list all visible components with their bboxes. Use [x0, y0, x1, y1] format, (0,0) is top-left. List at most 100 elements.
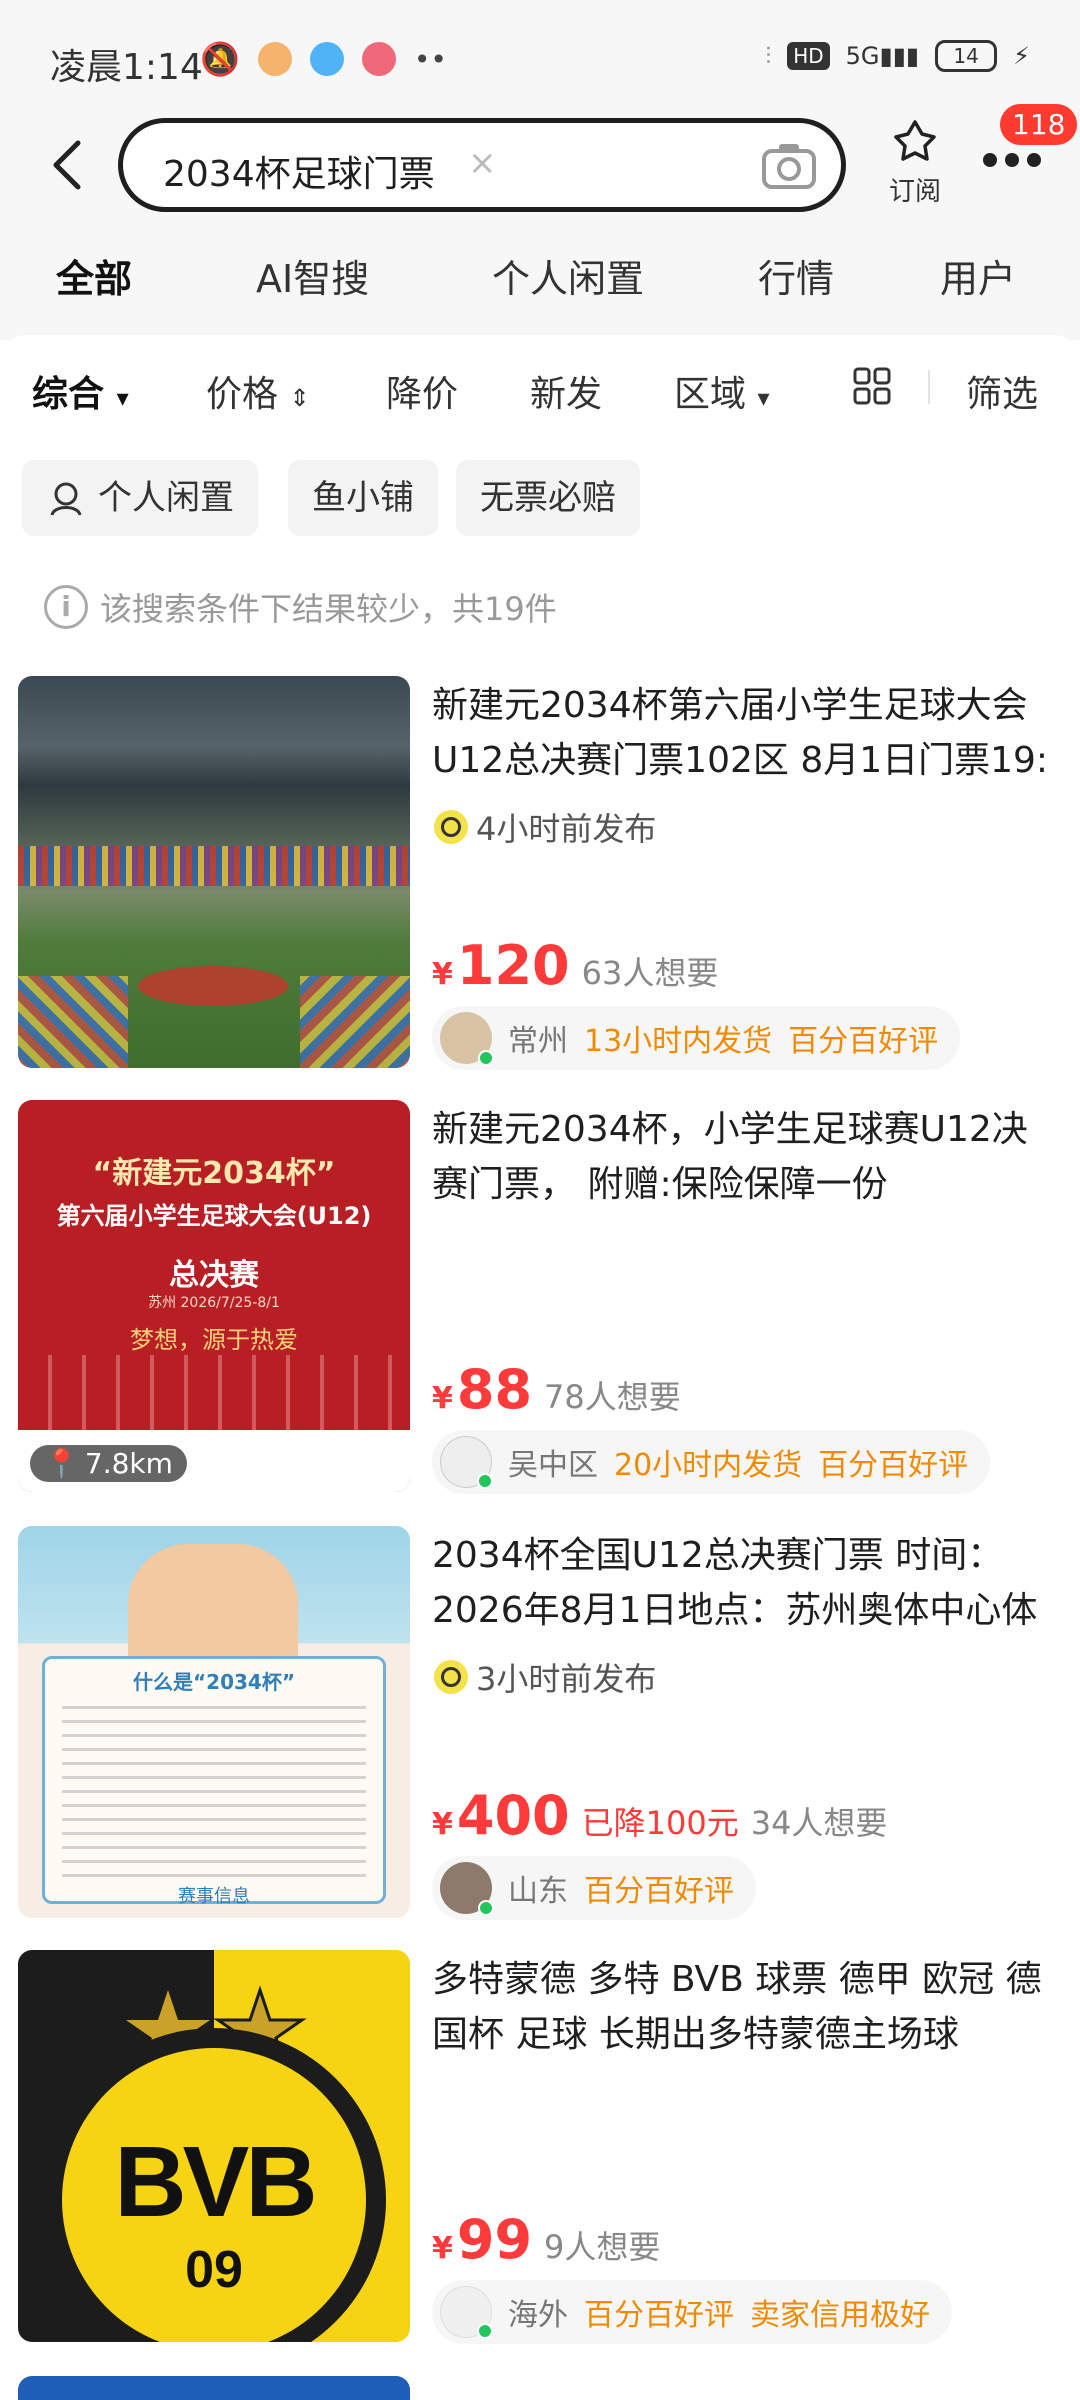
price-label: 价格	[206, 374, 279, 415]
price: 99	[456, 2208, 533, 2271]
price: 120	[456, 934, 570, 997]
more-notifications-icon: ••	[413, 42, 447, 76]
region-label: 区域	[674, 374, 747, 415]
want-count: 34人想要	[750, 1804, 888, 1842]
discount-filter[interactable]: 降价	[386, 365, 458, 417]
tab-all[interactable]: 全部	[52, 248, 137, 303]
product-card[interactable]: BVB 09 多特蒙德 多特 BVB 球票 德甲 欧冠 德国杯 足球 长期出多特…	[0, 1950, 1080, 2350]
seller-location: 吴中区	[508, 1448, 598, 1483]
want-count: 9人想要	[544, 2228, 661, 2266]
price: 88	[456, 1358, 533, 1421]
currency-symbol: ¥	[432, 957, 453, 992]
network-type: 5G	[845, 42, 880, 70]
online-indicator	[477, 1473, 493, 1489]
product-card[interactable]: “新建元2034杯” 第六届小学生足球大会(U12) 总决赛 苏州 2026/7…	[0, 1100, 1080, 1500]
chip-label: 个人闲置	[98, 478, 234, 518]
battery-icon: 14	[935, 40, 998, 72]
seller-row[interactable]: 吴中区 20小时内发货 百分百好评	[432, 1430, 991, 1494]
tab-personal-idle[interactable]: 个人闲置	[492, 248, 644, 303]
online-indicator	[478, 1050, 494, 1066]
product-card-partial[interactable]	[18, 2376, 410, 2400]
chevron-down-icon: ▾	[757, 384, 770, 412]
online-indicator	[478, 1900, 494, 1916]
user-icon	[50, 482, 82, 516]
subscribe-label: 订阅	[888, 177, 941, 207]
app-notification-icon	[361, 42, 396, 76]
shipping-tag: 20小时内发货	[614, 1448, 803, 1483]
poster-footer: 赛事信息	[178, 1886, 250, 1907]
price-sort[interactable]: 价格 ⇕	[206, 365, 310, 417]
filter-bar: 综合 ▾ 价格 ⇕ 降价 新发 区域 ▾ 筛选	[0, 335, 1080, 445]
avatar	[440, 1862, 494, 1916]
chevron-down-icon: ▾	[116, 384, 129, 412]
sort-dropdown[interactable]: 综合 ▾	[32, 365, 129, 417]
clock-icon	[434, 810, 468, 844]
search-query[interactable]: 2034杯足球门票	[163, 145, 435, 197]
shipping-tag: 13小时内发货	[584, 1024, 773, 1059]
seller-location: 常州	[508, 1024, 568, 1059]
region-dropdown[interactable]: 区域 ▾	[674, 365, 770, 417]
subscribe-button[interactable]: 订阅	[880, 118, 950, 208]
avatar	[440, 2286, 493, 2339]
new-filter[interactable]: 新发	[530, 365, 602, 417]
seller-row[interactable]: 常州 13小时内发货 百分百好评	[432, 1006, 961, 1070]
grid-view-icon[interactable]	[852, 366, 892, 406]
online-indicator	[477, 2323, 493, 2339]
poster-title: “新建元2034杯”	[92, 1156, 336, 1191]
tab-market[interactable]: 行情	[758, 248, 834, 303]
tab-ai-search[interactable]: AI智搜	[256, 248, 369, 303]
signal-icon: 5G▮▮▮	[845, 42, 920, 70]
battery-level: 14	[953, 44, 979, 68]
poster-slogan: 梦想，源于热爱	[130, 1326, 298, 1354]
poster-heading: 什么是“2034杯”	[133, 1670, 295, 1694]
search-input[interactable]: 2034杯足球门票 ×	[118, 118, 846, 212]
price-row: ¥ 88 78人想要	[432, 1358, 681, 1421]
clock-icon	[434, 1660, 468, 1694]
product-card[interactable]: 什么是“2034杯” 赛事信息 2034杯全国U12总决赛门票 时间：2026年…	[0, 1526, 1080, 1926]
product-title: 多特蒙德 多特 BVB 球票 德甲 欧冠 德国杯 足球 长期出多特蒙德主场球	[432, 1959, 1042, 2055]
chip-fish-shop[interactable]: 鱼小铺	[288, 460, 438, 536]
seller-row[interactable]: 海外 百分百好评 卖家信用极好	[432, 2280, 952, 2344]
logo-text: BVB	[114, 2126, 317, 2238]
back-arrow-icon[interactable]	[48, 135, 88, 195]
credit-tag: 卖家信用极好	[750, 2298, 930, 2333]
avatar	[440, 1436, 493, 1489]
pin-icon	[894, 120, 936, 161]
price: 400	[456, 1784, 570, 1847]
seller-location: 海外	[508, 2298, 568, 2333]
price-row: ¥ 400 已降100元 34人想要	[432, 1784, 887, 1847]
want-count: 78人想要	[544, 1378, 681, 1416]
want-count: 63人想要	[581, 954, 719, 992]
filter-button[interactable]: 筛选	[966, 365, 1038, 417]
rating-tag: 百分百好评	[584, 2298, 734, 2333]
price-drop: 已降100元	[581, 1804, 739, 1842]
mute-bell-icon: 🔕	[200, 40, 240, 78]
poster-subtitle: 第六届小学生足球大会(U12)	[56, 1202, 372, 1230]
notification-badge: 118	[1000, 104, 1078, 145]
camera-icon[interactable]	[761, 141, 817, 191]
distance-text: 7.8km	[84, 1447, 173, 1480]
result-info-text: 该搜索条件下结果较少，共19件	[100, 590, 557, 628]
wifi-off-icon: ⫶	[765, 42, 772, 70]
hd-icon: HD	[787, 42, 830, 70]
chip-personal-idle[interactable]: 个人闲置	[22, 460, 258, 536]
tab-users[interactable]: 用户	[940, 248, 1016, 303]
product-card[interactable]: 新建元2034杯第六届小学生足球大会U12总决赛门票102区 8月1日门票19:…	[0, 676, 1080, 1076]
publish-time: 3小时前发布	[434, 1654, 656, 1700]
status-time: 凌晨1:14	[50, 47, 203, 88]
price-row: ¥ 120 63人想要	[432, 934, 718, 997]
location-pin-icon: 📍	[44, 1447, 79, 1480]
sort-label: 综合	[32, 374, 105, 415]
more-options-icon[interactable]	[980, 150, 1044, 170]
product-image	[18, 676, 410, 1068]
category-tabs: 全部 AI智搜 个人闲置 行情 用户	[0, 248, 1080, 318]
message-icon	[309, 42, 344, 76]
clear-icon[interactable]: ×	[468, 143, 497, 183]
info-icon: i	[44, 585, 88, 629]
seller-row[interactable]: 山东 百分百好评	[432, 1856, 756, 1920]
seller-location: 山东	[508, 1874, 568, 1909]
product-image: 什么是“2034杯” 赛事信息	[18, 1526, 410, 1918]
charging-icon: ⚡	[1013, 42, 1030, 70]
rating-tag: 百分百好评	[818, 1448, 969, 1483]
chip-refund-guarantee[interactable]: 无票必赔	[456, 460, 640, 536]
